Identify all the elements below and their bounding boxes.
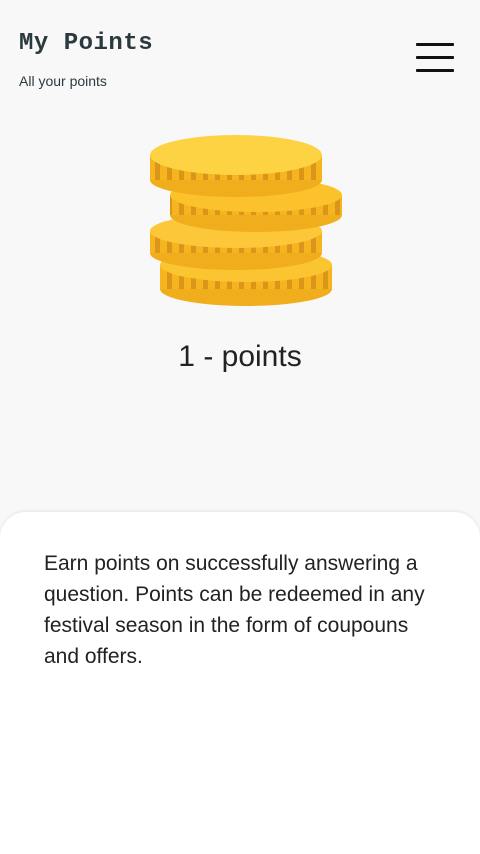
coin-stack-icon bbox=[140, 125, 350, 315]
info-description: Earn points on successfully answering a … bbox=[44, 552, 425, 668]
menu-line bbox=[416, 69, 454, 72]
hamburger-menu-icon[interactable] bbox=[414, 42, 456, 74]
page-subtitle: All your points bbox=[19, 73, 107, 89]
page-title: My Points bbox=[19, 30, 154, 57]
info-card: Earn points on successfully answering a … bbox=[0, 512, 480, 854]
coin bbox=[150, 135, 322, 197]
points-count: 1 - points bbox=[178, 340, 302, 373]
menu-line bbox=[416, 43, 454, 46]
app-header: My Points All your points bbox=[0, 0, 480, 110]
menu-line bbox=[416, 56, 454, 59]
